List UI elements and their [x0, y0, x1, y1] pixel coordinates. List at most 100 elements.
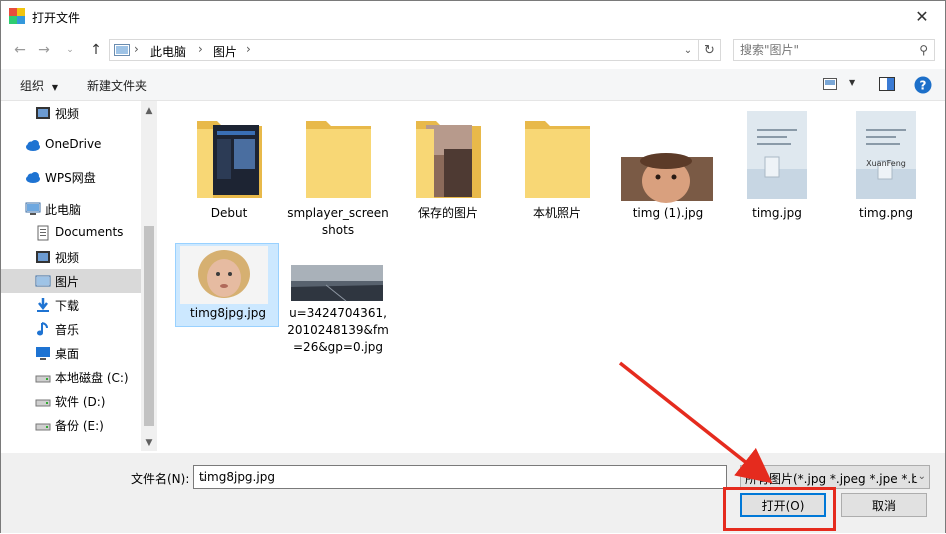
- search-box[interactable]: ⚲: [733, 39, 935, 61]
- sidebar-item[interactable]: WPS网盘: [1, 165, 141, 189]
- sidebar-item[interactable]: Documents: [1, 221, 141, 245]
- address-bar[interactable]: › 此电脑 › 图片 › ⌄: [109, 39, 699, 61]
- new-folder-button[interactable]: 新建文件夹: [87, 77, 147, 94]
- help-icon[interactable]: ?: [914, 76, 932, 94]
- sidebar-item[interactable]: 此电脑: [1, 197, 141, 221]
- pictures-icon: [35, 275, 51, 287]
- file-name: Debut: [210, 206, 248, 220]
- image-thumbnail: [180, 246, 268, 304]
- preview-pane-icon[interactable]: [879, 77, 895, 91]
- view-options-icon[interactable]: [823, 78, 837, 90]
- navigation-pane: 视频 OneDrive WPS网盘此电脑 Documents 视频图片下载音乐桌面本地磁…: [1, 101, 158, 451]
- breadcrumb-separator-icon: ›: [246, 42, 251, 56]
- drive-icon: [35, 423, 51, 431]
- sidebar-item[interactable]: 音乐: [1, 317, 141, 341]
- file-item-image-selected[interactable]: timg8jpg.jpg: [175, 243, 279, 327]
- file-item-folder[interactable]: smplayer_screenshots: [286, 109, 390, 239]
- file-item-folder[interactable]: 本机照片: [505, 109, 609, 229]
- image-thumbnail: [621, 153, 713, 203]
- close-icon: ✕: [915, 7, 929, 26]
- sidebar-item-label: OneDrive: [45, 137, 102, 151]
- sidebar-item-label: 本地磁盘 (C:): [55, 371, 129, 385]
- window-title: 打开文件: [32, 11, 81, 25]
- forward-button[interactable]: →: [33, 39, 55, 61]
- sidebar-item-label: 图片: [55, 275, 80, 289]
- file-item-image[interactable]: XuanFeng timg.png: [834, 109, 938, 229]
- sidebar-item[interactable]: 图片: [1, 269, 141, 293]
- arrow-up-icon: ↑: [90, 42, 102, 58]
- up-button[interactable]: ↑: [85, 39, 107, 61]
- sidebar-item-label: WPS网盘: [45, 171, 96, 185]
- command-bar: 组织 ▼ 新建文件夹 ▼ ?: [1, 69, 945, 101]
- refresh-button[interactable]: ↻: [699, 39, 721, 61]
- pictures-location-icon: [114, 44, 130, 56]
- file-name: smplayer_screenshots: [287, 206, 389, 237]
- chevron-down-icon[interactable]: ⌄: [199, 470, 723, 484]
- scroll-down-icon[interactable]: ▼: [141, 435, 157, 451]
- file-name: u=3424704361,2010248139&fm=26&gp=0.jpg: [287, 306, 389, 354]
- file-name: 保存的图片: [417, 206, 478, 220]
- download-icon: [37, 298, 49, 312]
- cloud-icon: [26, 140, 40, 151]
- sidebar-scrollbar[interactable]: ▲ ▼: [141, 101, 157, 451]
- breadcrumb-pictures[interactable]: 图片: [213, 43, 237, 60]
- breadcrumb-this-pc[interactable]: 此电脑: [150, 43, 186, 60]
- address-dropdown-button[interactable]: ⌄: [680, 42, 696, 58]
- sidebar-item-label: 视频: [55, 251, 80, 265]
- file-item-folder[interactable]: Debut: [177, 109, 281, 229]
- video-icon: [36, 251, 50, 263]
- view-dropdown-icon[interactable]: ▼: [849, 78, 855, 87]
- chevron-down-icon: ⌄: [683, 44, 693, 56]
- back-button[interactable]: ←: [9, 39, 31, 61]
- file-item-image[interactable]: u=3424704361,2010248139&fm=26&gp=0.jpg: [286, 263, 390, 373]
- arrow-right-icon: →: [38, 42, 50, 58]
- computer-icon: [25, 202, 41, 215]
- sidebar-item[interactable]: OneDrive: [1, 133, 141, 157]
- breadcrumb-separator-icon: ›: [134, 42, 139, 56]
- filename-input[interactable]: timg8jpg.jpg ⌄: [193, 465, 727, 489]
- file-name: 本机照片: [532, 206, 581, 220]
- file-item-folder[interactable]: 保存的图片: [396, 109, 500, 229]
- close-button[interactable]: ✕: [899, 1, 945, 32]
- file-name: timg (1).jpg: [632, 206, 704, 220]
- cancel-button[interactable]: 取消: [841, 493, 927, 517]
- title-bar: 打开文件 ✕: [1, 1, 945, 32]
- scroll-up-icon[interactable]: ▲: [141, 103, 157, 119]
- filename-label: 文件名(N):: [131, 472, 190, 486]
- search-input[interactable]: [740, 42, 910, 58]
- chevron-down-icon: ⌄: [915, 471, 926, 482]
- chevron-down-icon: ⌄: [66, 45, 74, 55]
- sidebar-item-label: 软件 (D:): [55, 395, 106, 409]
- folder-icon: [525, 121, 590, 198]
- sidebar-item[interactable]: 下载: [1, 293, 141, 317]
- caret-down-icon: ▼: [51, 83, 58, 92]
- sidebar-item-label: 桌面: [55, 347, 80, 361]
- video-icon: [36, 107, 50, 119]
- scrollbar-thumb[interactable]: [144, 226, 154, 426]
- recent-locations-button[interactable]: ⌄: [59, 39, 81, 61]
- sidebar-item[interactable]: 备份 (E:): [1, 413, 141, 437]
- open-file-dialog: 打开文件 ✕ ← → ⌄ ↑ › 此电脑 › 图片 › ⌄ ↻ ⚲: [0, 0, 946, 533]
- organize-button[interactable]: 组织 ▼: [20, 77, 58, 94]
- sidebar-item[interactable]: 桌面: [1, 341, 141, 365]
- file-type-select[interactable]: 所有图片(*.jpg *.jpeg *.jpe *.b ⌄: [740, 465, 930, 489]
- thumbnail-watermark-text: XuanFeng: [866, 159, 906, 168]
- drive-icon: [35, 399, 51, 407]
- file-item-image[interactable]: timg (1).jpg: [616, 109, 720, 229]
- sidebar-item[interactable]: 软件 (D:): [1, 389, 141, 413]
- sidebar-item-label: 此电脑: [45, 203, 82, 217]
- image-thumbnail: [856, 111, 916, 199]
- file-name: timg.jpg: [752, 206, 802, 220]
- file-type-value: 所有图片(*.jpg *.jpeg *.jpe *.b: [745, 472, 919, 486]
- sidebar-item[interactable]: 视频: [1, 101, 141, 125]
- sidebar-item-label: Documents: [55, 225, 124, 239]
- sidebar-item[interactable]: 视频: [1, 245, 141, 269]
- sidebar-item-label: 音乐: [55, 323, 80, 337]
- file-item-image[interactable]: timg.jpg: [725, 109, 829, 229]
- sidebar-item-label: 下载: [55, 299, 80, 313]
- cloud-icon: [26, 172, 40, 183]
- breadcrumb-separator-icon: ›: [198, 42, 203, 56]
- folder-icon: [197, 121, 262, 198]
- image-thumbnail: [747, 111, 807, 199]
- sidebar-item[interactable]: 本地磁盘 (C:): [1, 365, 141, 389]
